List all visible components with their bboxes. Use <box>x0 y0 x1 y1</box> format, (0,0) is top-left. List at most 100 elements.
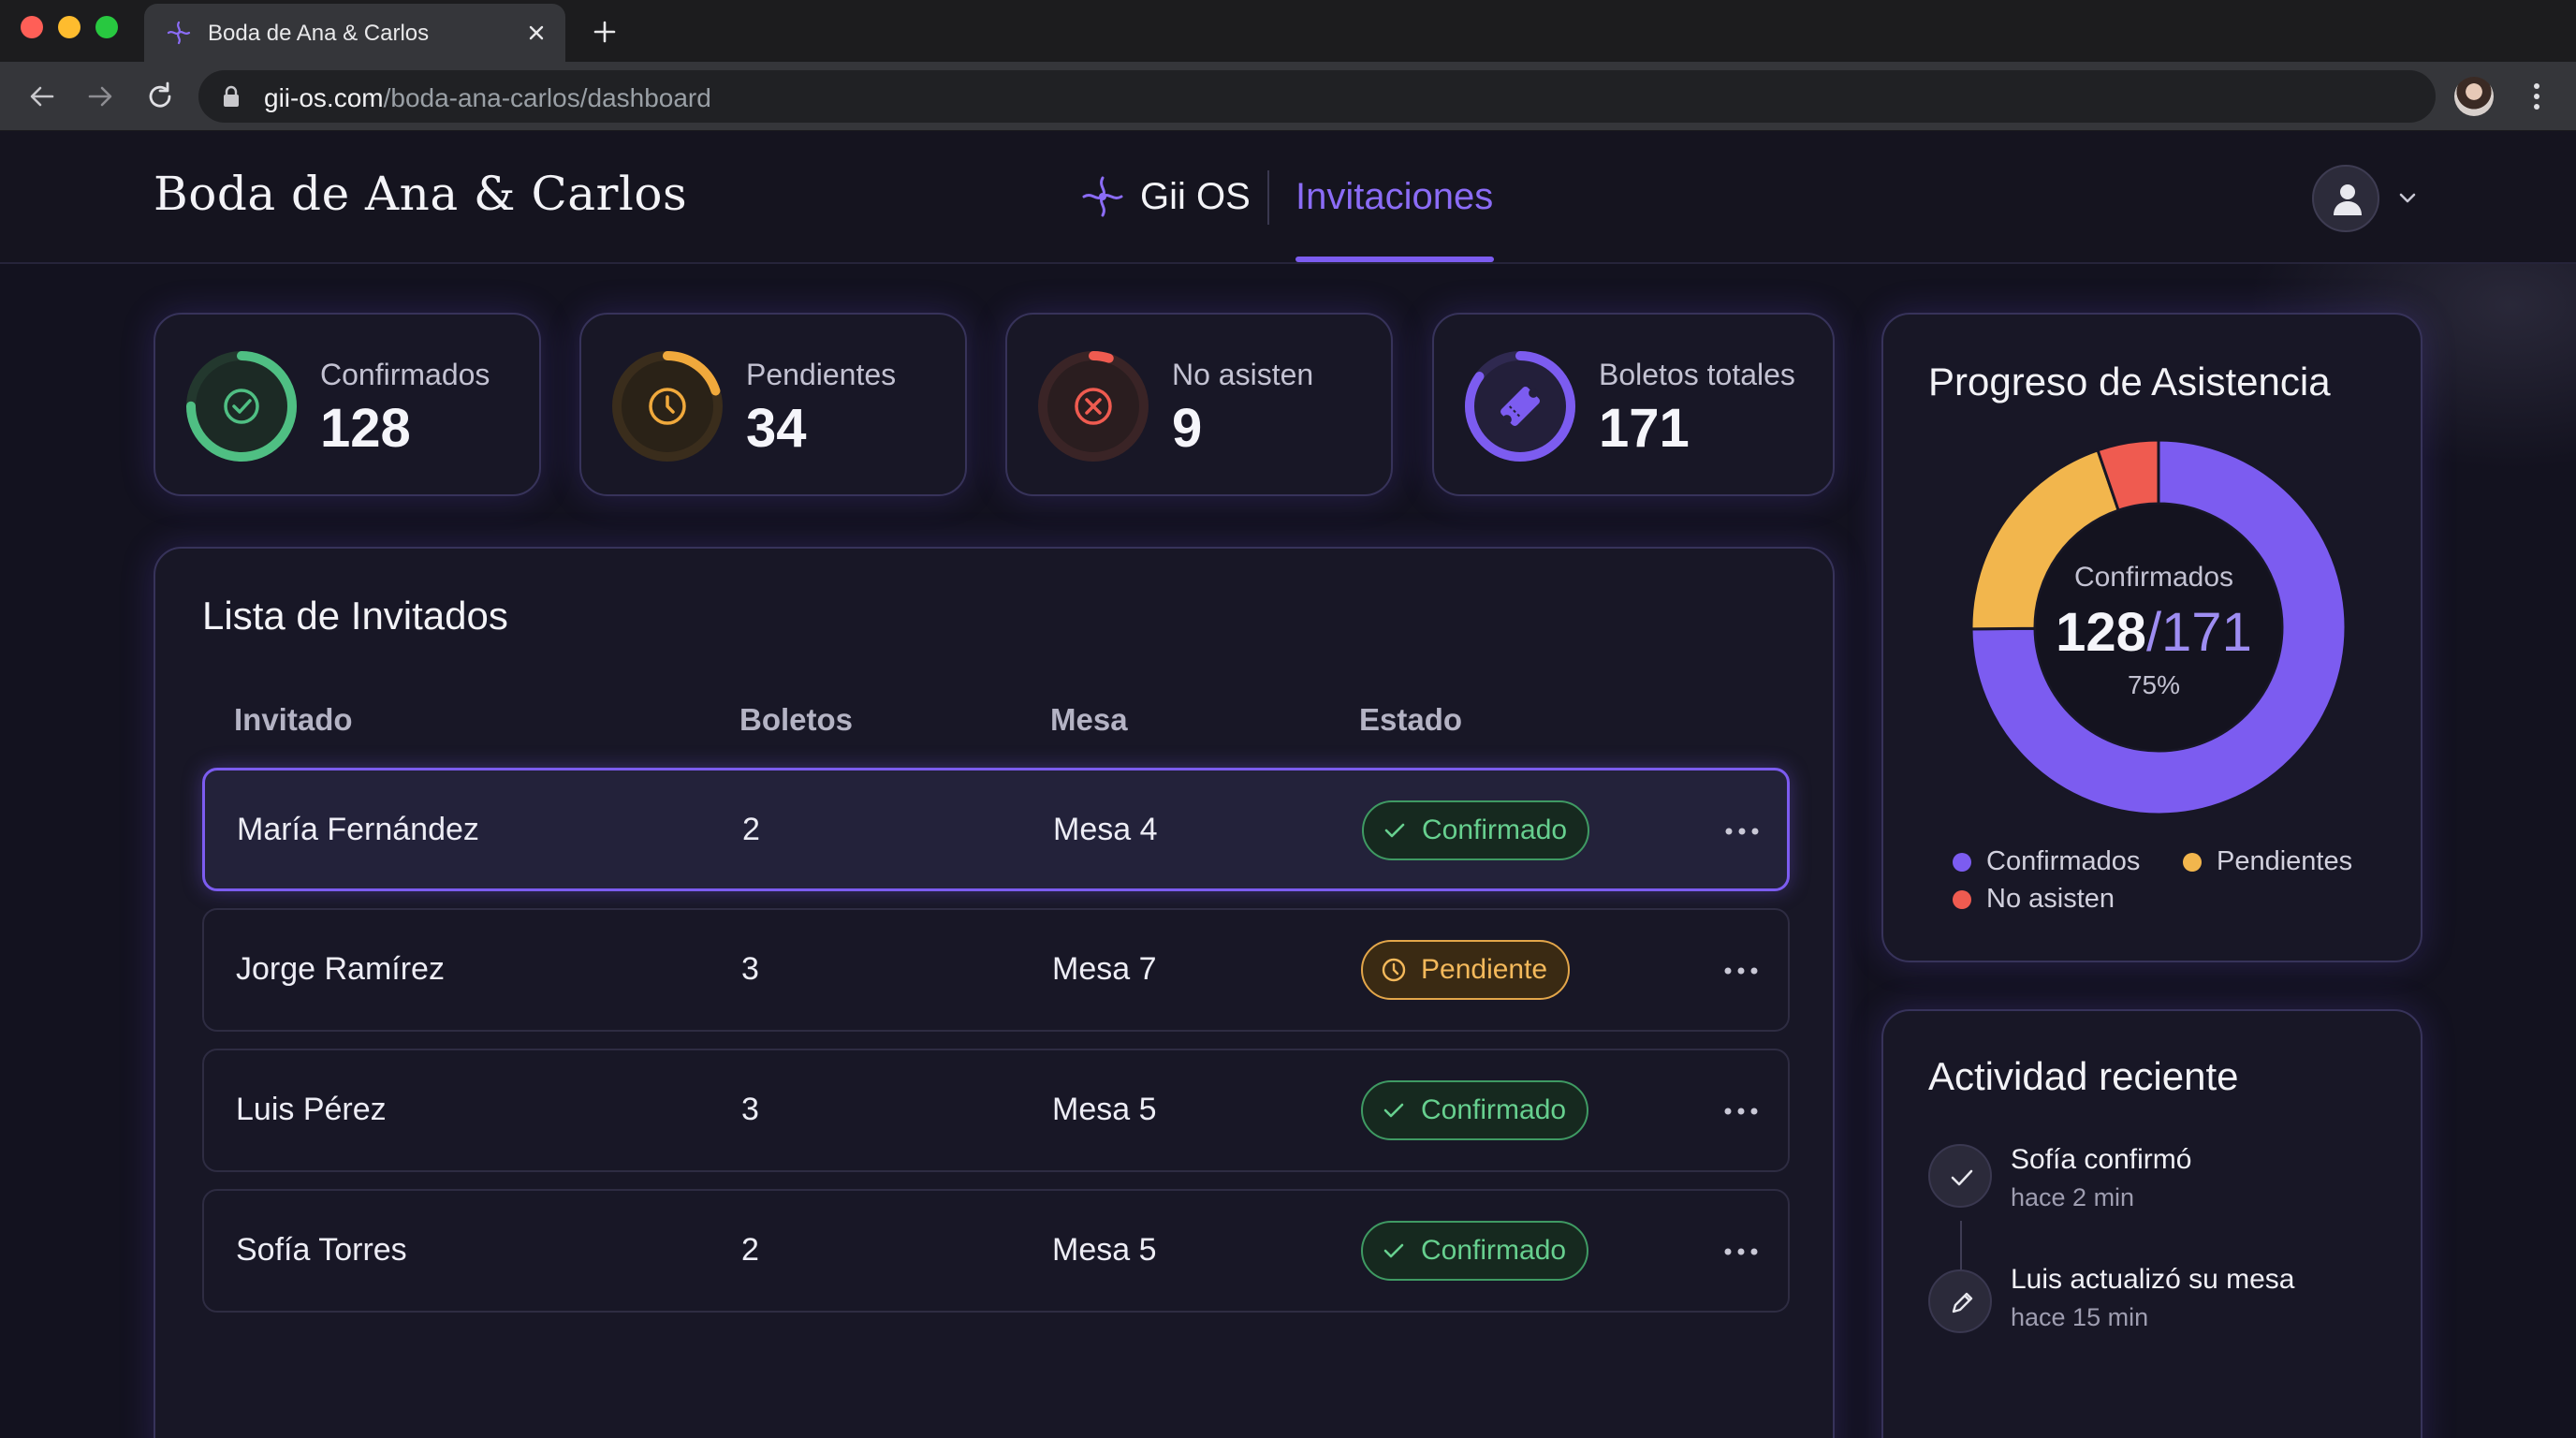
active-tab-indicator <box>1295 257 1494 262</box>
reload-icon[interactable] <box>142 79 178 114</box>
activity-title: Actividad reciente <box>1928 1054 2239 1098</box>
stat-label: No asisten <box>1172 358 1314 391</box>
stat-value: 171 <box>1599 398 1690 459</box>
check-icon <box>1383 1243 1404 1258</box>
guest-tickets: 2 <box>741 1232 759 1268</box>
address-bar[interactable]: gii-os.com/boda-ana-carlos/dashboard <box>198 70 2436 123</box>
browser-toolbar: gii-os.com/boda-ana-carlos/dashboard <box>0 62 2576 131</box>
stat-label: Boletos totales <box>1599 358 1795 391</box>
legend-label: Pendientes <box>2217 846 2353 876</box>
status-text: Pendiente <box>1421 954 1548 985</box>
app-header: Boda de Ana & Carlos Gii OS Invitaciones <box>0 131 2576 264</box>
column-header-mesa: Mesa <box>1050 702 1128 737</box>
activity-text: Sofía confirmó <box>2011 1144 2192 1175</box>
ticket-icon <box>1465 351 1575 462</box>
browser-profile-avatar[interactable] <box>2454 77 2494 116</box>
guest-tickets: 3 <box>741 951 759 987</box>
status-text: Confirmado <box>1421 1094 1567 1125</box>
browser-menu-icon[interactable] <box>2520 79 2554 114</box>
guest-list-title: Lista de Invitados <box>202 594 508 638</box>
table-row[interactable]: María Fernández 2 Mesa 4 Confirmado <box>202 768 1790 891</box>
browser-tab-bar: Boda de Ana & Carlos <box>0 0 2576 62</box>
lock-icon <box>224 85 239 107</box>
window-close-button[interactable] <box>21 16 43 38</box>
browser-tab[interactable]: Boda de Ana & Carlos <box>144 4 565 62</box>
status-text: Confirmado <box>1422 814 1568 845</box>
column-header-estado: Estado <box>1359 702 1463 737</box>
brand-name: Gii OS <box>1140 176 1251 217</box>
stat-label: Confirmados <box>320 358 490 391</box>
activity-icon <box>1928 1269 1992 1333</box>
guest-name: Jorge Ramírez <box>236 951 445 987</box>
confirmed-count: 128 <box>2056 602 2146 663</box>
guest-name: Sofía Torres <box>236 1232 407 1268</box>
progress-title: Progreso de Asistencia <box>1928 360 2331 404</box>
recent-activity-card: Actividad reciente Sofía confirmó hace 2… <box>1881 1009 2422 1438</box>
browser-tab-title: Boda de Ana & Carlos <box>208 21 430 46</box>
back-arrow-icon[interactable] <box>24 79 60 114</box>
status-badge: Pendiente <box>1361 940 1571 1000</box>
guest-list-card: Lista de Invitados Invitado Boletos Mesa… <box>154 547 1835 1438</box>
legend-item-confirmados: Confirmados <box>1953 846 2140 877</box>
legend-item-no-asisten: No asisten <box>1953 884 2115 915</box>
stat-label: Pendientes <box>746 358 897 391</box>
gii-logo-icon <box>1082 176 1123 217</box>
gii-logo-icon <box>167 21 191 45</box>
guest-table: Mesa 4 <box>1053 812 1158 847</box>
legend-item-pendientes: Pendientes <box>2183 846 2352 877</box>
check-icon <box>186 351 297 462</box>
status-text: Confirmado <box>1421 1235 1567 1266</box>
check-icon <box>1951 1169 1973 1186</box>
more-options-icon[interactable] <box>1720 957 1762 985</box>
donut-center-value: 128/171 <box>1883 601 2424 664</box>
check-icon <box>1384 823 1405 838</box>
total-count: /171 <box>2145 602 2252 663</box>
table-row[interactable]: Sofía Torres 2 Mesa 5 Confirmado <box>202 1189 1790 1313</box>
table-row[interactable]: Luis Pérez 3 Mesa 5 Confirmado <box>202 1049 1790 1172</box>
legend-dot <box>1953 889 1971 909</box>
donut-center-percent: 75% <box>2127 670 2181 699</box>
more-options-icon[interactable] <box>1720 1097 1762 1125</box>
pencil-icon <box>1952 1292 1973 1313</box>
stat-card-no-asisten: No asisten 9 <box>1005 313 1393 496</box>
close-icon[interactable] <box>522 19 550 47</box>
tab-invitaciones[interactable]: Invitaciones <box>1295 176 1493 218</box>
user-avatar[interactable] <box>2312 165 2379 232</box>
new-tab-plus-icon[interactable] <box>588 15 622 49</box>
guest-tickets: 3 <box>741 1092 759 1127</box>
activity-icon <box>1928 1144 1992 1208</box>
status-badge: Confirmado <box>1362 800 1590 860</box>
window-maximize-button[interactable] <box>95 16 118 38</box>
status-badge: Confirmado <box>1361 1080 1589 1140</box>
header-divider <box>1267 170 1269 225</box>
url-text: gii-os.com/boda-ana-carlos/dashboard <box>264 83 711 112</box>
guest-name: María Fernández <box>237 812 479 847</box>
window-minimize-button[interactable] <box>58 16 80 38</box>
guest-name: Luis Pérez <box>236 1092 387 1127</box>
guest-tickets: 2 <box>742 812 760 847</box>
attendance-progress-card: Progreso de Asistencia Confirmados 128/1… <box>1881 313 2422 962</box>
guest-table: Mesa 5 <box>1052 1232 1157 1268</box>
forward-arrow-icon[interactable] <box>82 79 118 114</box>
guest-table: Mesa 5 <box>1052 1092 1157 1127</box>
more-options-icon[interactable] <box>1721 817 1763 845</box>
user-icon <box>2334 184 2362 215</box>
clock-icon <box>1382 958 1406 982</box>
activity-text: Luis actualizó su mesa <box>2011 1264 2295 1295</box>
chevron-down-icon[interactable] <box>2393 183 2422 213</box>
activity-time: hace 2 min <box>2011 1183 2135 1211</box>
stat-value: 9 <box>1172 398 1203 459</box>
x-icon <box>1038 351 1149 462</box>
table-row[interactable]: Jorge Ramírez 3 Mesa 7 Pendiente <box>202 908 1790 1032</box>
page-title: Boda de Ana & Carlos <box>154 167 688 221</box>
activity-time: hace 15 min <box>2011 1303 2149 1331</box>
column-header-invitado: Invitado <box>234 702 353 737</box>
column-header-boletos: Boletos <box>739 702 854 737</box>
activity-timeline-line <box>1960 1221 1962 1269</box>
donut-center-label: Confirmados <box>2073 562 2234 593</box>
more-options-icon[interactable] <box>1720 1238 1762 1266</box>
stat-card-boletos-totales: Boletos totales 171 <box>1432 313 1835 496</box>
stat-value: 34 <box>746 398 807 459</box>
stat-card-pendientes: Pendientes 34 <box>579 313 967 496</box>
legend-label: Confirmados <box>1986 846 2141 876</box>
